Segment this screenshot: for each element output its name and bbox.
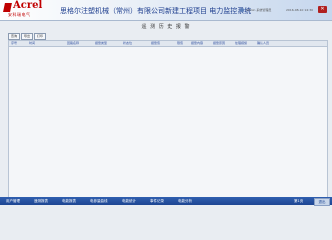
column-header[interactable]: 回路名称	[67, 41, 79, 46]
acrel-logo: Acrel 安科瑞电气	[3, 0, 48, 18]
logo-subtitle: 安科瑞电气	[8, 12, 31, 17]
column-header[interactable]: 时间	[29, 41, 35, 46]
column-header[interactable]: 报警内容	[191, 41, 203, 46]
nav-item[interactable]: 事件记录	[150, 197, 164, 205]
nav-item[interactable]: 电能报表	[62, 197, 76, 205]
page-indicator: 第1页	[294, 199, 304, 203]
header-bar: Acrel 安科瑞电气 思格尔注塑机械（常州）有限公司新建工程项目 电力监控系统…	[0, 0, 332, 21]
user-icon	[240, 8, 244, 12]
export-button[interactable]: 导出	[21, 33, 33, 40]
nav-item[interactable]: 遥测报表	[34, 197, 48, 205]
nav-item[interactable]: 用户管理	[6, 197, 20, 205]
column-header[interactable]: 状态位	[123, 41, 132, 46]
exit-button[interactable]: 退出	[314, 198, 330, 206]
column-header[interactable]: 确认人员	[257, 41, 269, 46]
column-header[interactable]: 限值	[177, 41, 183, 46]
query-button[interactable]: 查询	[8, 33, 20, 40]
nav-item[interactable]: 电能统计	[122, 197, 136, 205]
table-header: 序号 时间 回路名称 报警类型 状态位 报警值 限值 报警内容 报警原因 处理措…	[9, 41, 327, 47]
column-header[interactable]: 处理措施	[235, 41, 247, 46]
column-header[interactable]: 报警值	[151, 41, 160, 46]
column-header[interactable]: 报警类型	[95, 41, 107, 46]
footer-nav: 用户管理 遥测报表 电能报表 电参量曲线 电能统计 事件记录 电能分析 第1页 …	[0, 197, 332, 206]
alarm-table: 序号 时间 回路名称 报警类型 状态位 报警值 限值 报警内容 报警原因 处理措…	[8, 40, 328, 198]
nav-item[interactable]: 电参量曲线	[90, 197, 108, 205]
nav-item[interactable]: 电能分析	[178, 197, 192, 205]
column-header[interactable]: 序号	[11, 41, 17, 46]
logo-name: Acrel	[13, 0, 43, 11]
print-button[interactable]: 打印	[34, 33, 46, 40]
current-user: admin 系统管理员	[246, 8, 272, 12]
logo-mark-icon	[3, 3, 12, 12]
column-header[interactable]: 报警原因	[213, 41, 225, 46]
close-button[interactable]: ✕	[318, 6, 327, 13]
page-title: 遥 测 历 史 报 警	[141, 24, 191, 30]
app-title: 思格尔注塑机械（常州）有限公司新建工程项目 电力监控系统	[60, 7, 252, 15]
header-datetime: 2016-08-10 14:30	[286, 8, 314, 12]
